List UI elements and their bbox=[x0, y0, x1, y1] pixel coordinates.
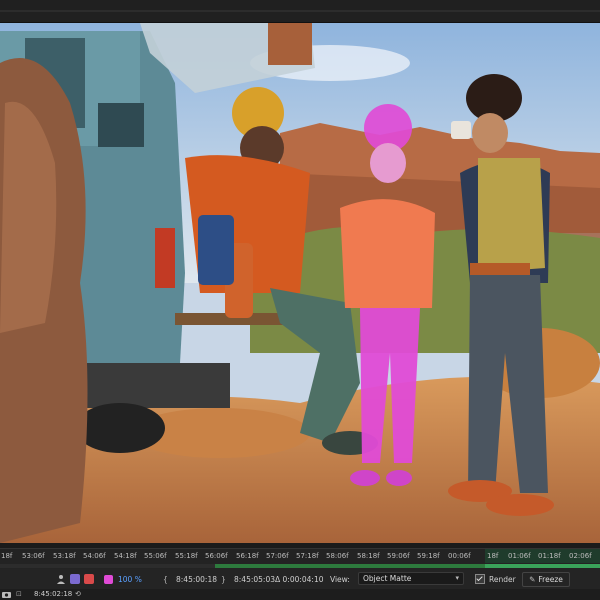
chevron-down-icon: ▾ bbox=[455, 574, 459, 582]
render-toggle[interactable]: Render bbox=[475, 572, 516, 586]
viewer-frame bbox=[0, 23, 600, 543]
matte-overlay-icon[interactable] bbox=[70, 572, 80, 586]
render-label: Render bbox=[489, 574, 516, 584]
person-icon[interactable] bbox=[56, 572, 66, 586]
panel-divider bbox=[0, 10, 600, 12]
after-effects-roto-window: 18f 53:06f 53:18f 54:06f 54:18f 55:06f 5… bbox=[0, 0, 600, 600]
ruler-tick: 57:06f bbox=[266, 552, 289, 560]
zoom-value[interactable]: 100 % bbox=[118, 572, 142, 586]
matte-color-swatch[interactable] bbox=[104, 572, 113, 586]
freeze-icon: ✎ bbox=[529, 575, 536, 584]
ruler-tick: 59:18f bbox=[417, 552, 440, 560]
van-vent bbox=[98, 103, 144, 147]
mug bbox=[451, 121, 471, 139]
left-bracket-icon[interactable]: { bbox=[163, 572, 168, 586]
hatch-light bbox=[268, 23, 312, 65]
ruler-tick: 18f bbox=[1, 552, 13, 560]
viewer-controls: 100 % { 8:45:00:18 } 8:45:05:03 Δ 0:00:0… bbox=[0, 569, 600, 589]
ruler-tick: 57:18f bbox=[296, 552, 319, 560]
composition-viewer[interactable] bbox=[0, 23, 600, 543]
ruler-tick: 53:06f bbox=[22, 552, 45, 560]
ruler-tick: 56:18f bbox=[236, 552, 259, 560]
color-swatch-icon[interactable] bbox=[84, 572, 94, 586]
view-dropdown-value: Object Matte bbox=[363, 574, 412, 583]
freeze-button[interactable]: ✎ Freeze bbox=[522, 572, 570, 587]
ruler-tick: 02:06f bbox=[569, 552, 592, 560]
ruler-tick: 58:06f bbox=[326, 552, 349, 560]
time-ruler[interactable]: 18f 53:06f 53:18f 54:06f 54:18f 55:06f 5… bbox=[0, 548, 600, 569]
ruler-tick: 53:18f bbox=[53, 552, 76, 560]
yellow-vest bbox=[478, 158, 545, 273]
ruler-tick: 56:06f bbox=[205, 552, 228, 560]
frame-cache-bar-active bbox=[485, 564, 600, 568]
matte-shoe-right bbox=[386, 470, 412, 486]
belt bbox=[470, 263, 530, 275]
ruler-tick: 54:06f bbox=[83, 552, 106, 560]
status-timecode[interactable]: 8:45:02:18 bbox=[34, 590, 72, 598]
ruler-tick: 54:18f bbox=[114, 552, 137, 560]
view-dropdown[interactable]: Object Matte ▾ bbox=[358, 572, 464, 585]
current-time[interactable]: 8:45:00:18 bbox=[176, 572, 217, 586]
ruler-tick: 01:06f bbox=[508, 552, 531, 560]
snapshot-icon[interactable]: ⊡ bbox=[16, 590, 22, 598]
shoe-right bbox=[486, 494, 554, 516]
link-icon[interactable]: ⟲ bbox=[75, 590, 81, 598]
ruler-tick: 55:18f bbox=[175, 552, 198, 560]
coral-jacket bbox=[340, 199, 435, 308]
matte-shoe-left bbox=[350, 470, 380, 486]
tail-light bbox=[155, 228, 175, 288]
camera-icon[interactable] bbox=[2, 590, 11, 600]
freeze-label: Freeze bbox=[538, 575, 563, 584]
right-bracket-icon[interactable]: } bbox=[221, 572, 226, 586]
ruler-tick: 55:06f bbox=[144, 552, 167, 560]
ruler-tick: 18f bbox=[487, 552, 499, 560]
view-label: View: bbox=[330, 574, 350, 584]
ruler-tick: 58:18f bbox=[357, 552, 380, 560]
van-tire bbox=[75, 403, 165, 453]
panel-header bbox=[0, 0, 600, 23]
face-right bbox=[472, 113, 508, 153]
status-bar: ⊡ 8:45:02:18 ⟲ bbox=[0, 589, 600, 600]
ruler-tick: 59:06f bbox=[387, 552, 410, 560]
coffee-pot bbox=[198, 215, 234, 285]
end-time[interactable]: 8:45:05:03 bbox=[234, 572, 275, 586]
duration: Δ 0:00:04:10 bbox=[275, 574, 324, 584]
render-checkbox[interactable] bbox=[475, 574, 485, 584]
ruler-tick: 01:18f bbox=[538, 552, 561, 560]
ruler-tick: 00:06f bbox=[448, 552, 471, 560]
frame-cache-bar-empty bbox=[0, 564, 215, 568]
face bbox=[370, 143, 406, 183]
